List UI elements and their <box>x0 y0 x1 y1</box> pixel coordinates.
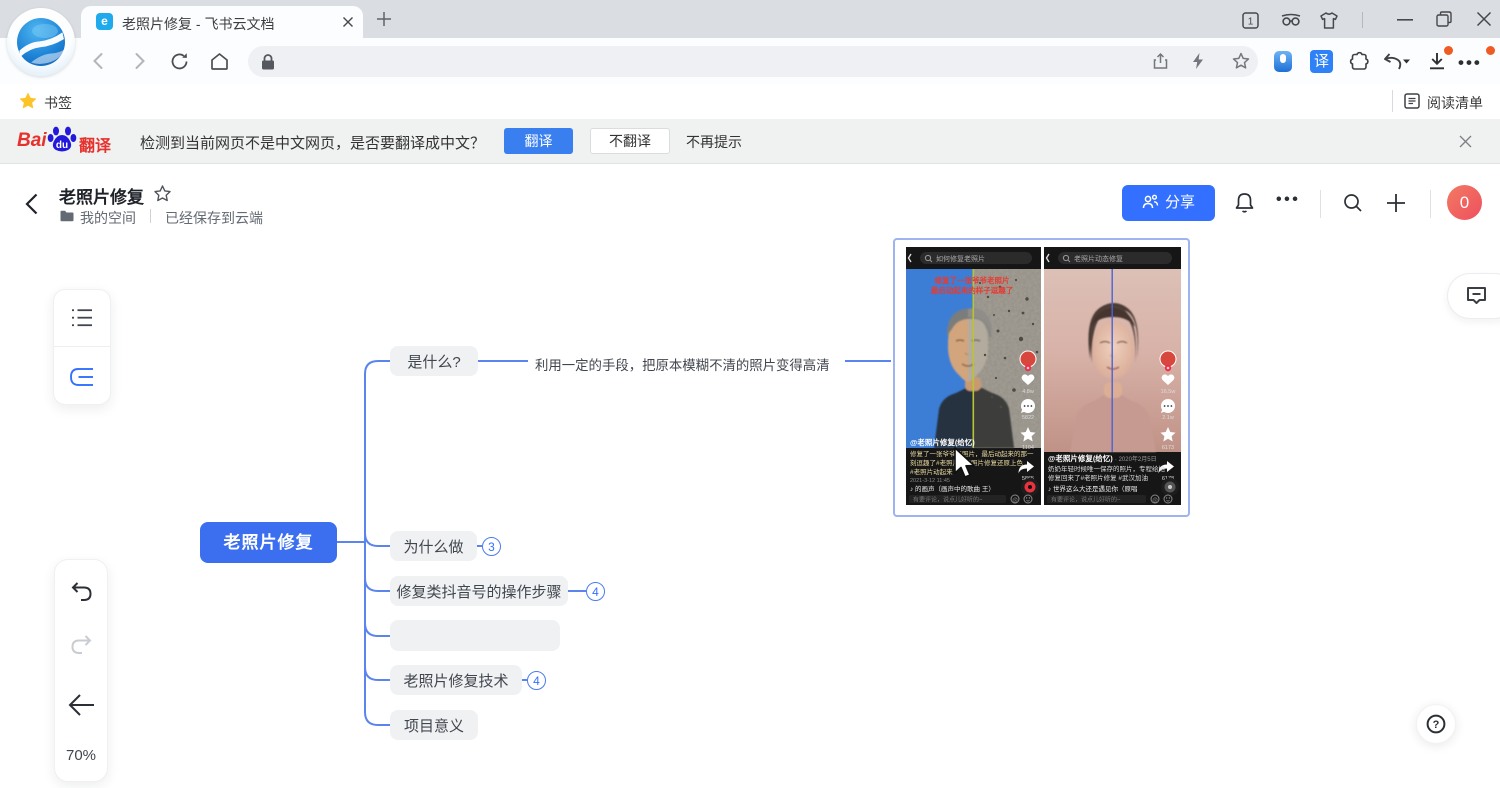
svg-text:6173: 6173 <box>1162 445 1174 451</box>
svg-text:1: 1 <box>1248 17 1254 28</box>
svg-text:老照片动态修复: 老照片动态修复 <box>1074 254 1123 263</box>
svg-text:2.1w: 2.1w <box>1162 415 1174 421</box>
svg-text:@老照片修复(给忆): @老照片修复(给忆) <box>910 437 975 447</box>
svg-text:16.5w: 16.5w <box>1161 389 1176 395</box>
svg-text:2021-3-12 11:45: 2021-3-12 11:45 <box>910 478 950 484</box>
svg-text:#老照片动起来: #老照片动起来 <box>910 467 953 476</box>
svg-text:♪ 的画声（画声中的歌曲 王）: ♪ 的画声（画声中的歌曲 王） <box>910 484 995 493</box>
svg-text:?: ? <box>1433 719 1440 731</box>
svg-text:最后动起来的样子逗趣了: 最后动起来的样子逗趣了 <box>931 285 1014 295</box>
svg-text:@: @ <box>1012 498 1018 504</box>
svg-text:有要评论，说点儿好听的~: 有要评论，说点儿好听的~ <box>913 496 983 504</box>
svg-text:修复了一张爷爷老照片: 修复了一张爷爷老照片 <box>934 275 1010 285</box>
svg-text:4.8w: 4.8w <box>1022 389 1034 395</box>
svg-text:du: du <box>56 140 68 151</box>
svg-text:♪ 世界这么大还是遇见你（原唱: ♪ 世界这么大还是遇见你（原唱 <box>1048 484 1138 493</box>
svg-text:有要评论，说点儿好听的~: 有要评论，说点儿好听的~ <box>1051 496 1121 504</box>
svg-text:如何修复老照片: 如何修复老照片 <box>936 254 985 263</box>
svg-text:@: @ <box>1152 498 1158 504</box>
svg-text:奶奶年轻时候唯一保存的照片，专程给她: 奶奶年轻时候唯一保存的照片，专程给她 <box>1048 464 1166 473</box>
svg-text:5822: 5822 <box>1022 415 1034 421</box>
svg-text:修复回来了#老照片修复 #武汉加油: 修复回来了#老照片修复 #武汉加油 <box>1048 473 1148 482</box>
